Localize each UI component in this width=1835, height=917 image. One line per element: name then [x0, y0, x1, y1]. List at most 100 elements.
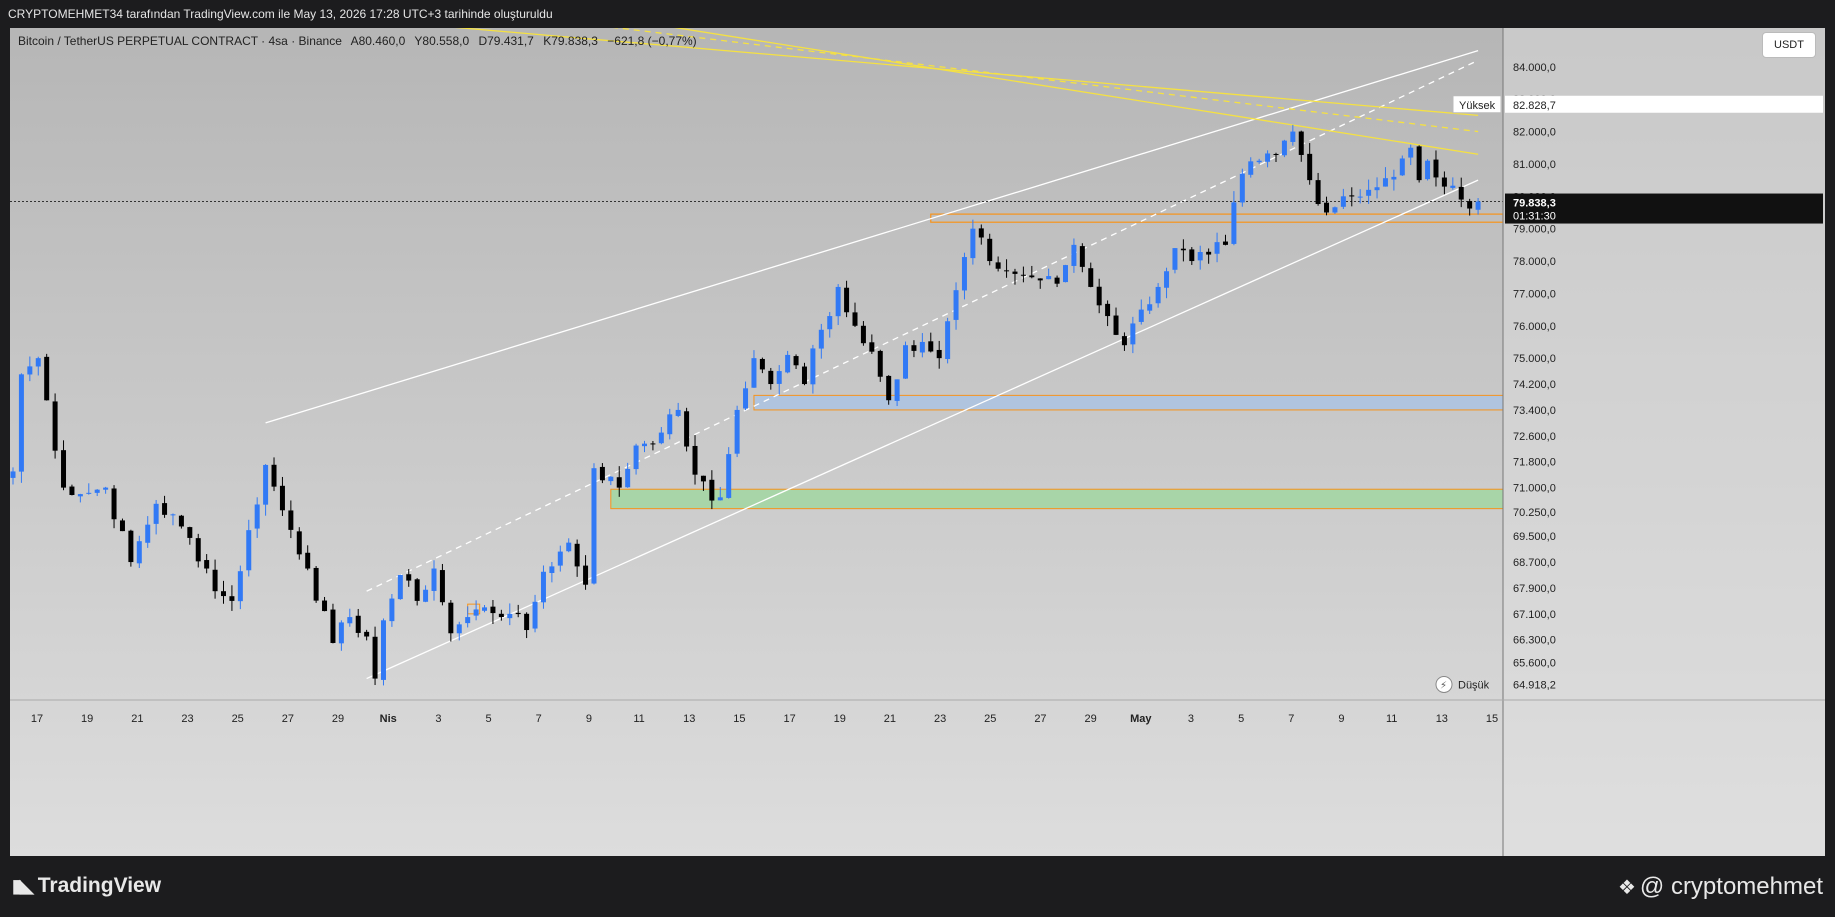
x-tick-label: 5 — [485, 713, 491, 725]
candle-body — [549, 566, 555, 573]
candle-body — [128, 530, 134, 563]
candle-body — [221, 591, 226, 597]
candle-body — [195, 538, 201, 562]
candle-body — [945, 321, 951, 360]
candle-body — [1239, 173, 1245, 203]
x-tick-label: 13 — [683, 713, 695, 725]
y-tick-label: 81.000,0 — [1513, 159, 1556, 171]
green-zone — [610, 488, 1504, 510]
tradingview-brand-label: TradingView — [37, 874, 162, 897]
candle-body — [347, 617, 353, 624]
candle-body — [288, 510, 294, 530]
legend-high: Y80.558,0 — [414, 34, 470, 48]
legend-change: −621,8 (−0,77%) — [607, 34, 697, 48]
candle-body — [751, 358, 757, 388]
author-diamond-icon: ❖ — [1617, 876, 1636, 899]
candle-body — [1349, 195, 1355, 197]
candle-body — [1155, 286, 1161, 304]
candle-body — [1298, 131, 1304, 155]
candle-body — [625, 468, 631, 488]
candle-body — [818, 329, 824, 349]
tradingview-logo[interactable]: ▮◣ TradingView — [12, 874, 161, 898]
candle-body — [894, 379, 900, 401]
candle-body — [1130, 323, 1136, 345]
candle-body — [684, 411, 690, 447]
snapshot-credit: CRYPTOMEHMET34 tarafından TradingView.co… — [8, 7, 553, 21]
y-tick-label: 65.600,0 — [1513, 657, 1556, 669]
candle-body — [1441, 177, 1447, 187]
candle-body — [490, 606, 496, 614]
candle-body — [473, 609, 479, 616]
x-tick-label: 23 — [181, 713, 193, 725]
candle-body — [1079, 246, 1085, 267]
x-tick-label: 11 — [633, 713, 644, 725]
candle-body — [667, 414, 673, 435]
currency-button[interactable]: USDT — [1762, 32, 1816, 58]
x-tick-label: 17 — [31, 713, 43, 725]
candle-body — [583, 565, 589, 585]
x-tick-label: 3 — [435, 713, 441, 725]
candle-body — [27, 366, 33, 375]
candle-body — [204, 560, 210, 569]
candle-body — [1164, 271, 1170, 288]
x-tick-label: 29 — [332, 713, 344, 725]
candle-body — [330, 609, 336, 643]
top-bar: CRYPTOMEHMET34 tarafından TradingView.co… — [0, 0, 1835, 28]
candle-body — [482, 607, 488, 611]
candle-body — [178, 515, 184, 527]
candle-body — [540, 571, 546, 603]
candle-body — [313, 567, 319, 601]
legend-close: K79.838,3 — [543, 34, 598, 48]
x-tick-label: 7 — [1288, 713, 1294, 725]
candle-body — [1290, 131, 1296, 142]
candle-body — [566, 542, 572, 552]
y-tick-label: 82.000,0 — [1513, 127, 1556, 139]
x-tick-label: 5 — [1238, 713, 1244, 725]
symbol-name[interactable]: Bitcoin / TetherUS PERPETUAL CONTRACT · … — [18, 34, 342, 48]
candle-body — [827, 316, 833, 330]
candle-body — [726, 454, 732, 498]
author-handle[interactable]: ❖ @ cryptomehmet — [1618, 873, 1823, 901]
candle-body — [642, 443, 647, 447]
candle-body — [10, 471, 16, 478]
candle-body — [364, 631, 370, 637]
low-label-text: Düşük — [1458, 679, 1490, 691]
high-value-text: 82.828,7 — [1513, 100, 1556, 112]
candle-body — [961, 257, 967, 291]
candle-body — [263, 464, 269, 505]
candle-body — [86, 492, 92, 494]
candle-body — [650, 443, 656, 445]
candle-body — [52, 401, 58, 451]
candle-body — [1382, 178, 1388, 187]
candle-body — [1340, 196, 1346, 207]
candle-body — [785, 354, 791, 373]
candle-body — [279, 485, 285, 511]
candle-body — [919, 341, 925, 353]
chart-area[interactable]: 84.000,083.000,082.000,081.000,080.000,0… — [10, 28, 1825, 856]
candle-body — [1121, 336, 1127, 346]
candle-body — [936, 349, 942, 359]
candle-body — [1231, 202, 1237, 244]
candle-body — [524, 613, 530, 631]
candle-body — [61, 450, 67, 488]
y-tick-label: 71.800,0 — [1513, 457, 1556, 469]
y-tick-label: 67.100,0 — [1513, 609, 1556, 621]
y-tick-label: 79.000,0 — [1513, 224, 1556, 236]
candle-body — [1425, 160, 1431, 180]
candle-body — [869, 342, 875, 352]
candle-body — [852, 312, 858, 326]
x-tick-label: 25 — [232, 713, 244, 725]
low-value-text: 64.918,2 — [1513, 679, 1556, 691]
x-tick-label: 7 — [536, 713, 542, 725]
candle-body — [1206, 251, 1212, 255]
candle-body — [145, 524, 151, 543]
candle-body — [1399, 158, 1405, 176]
x-tick-label: 25 — [984, 713, 996, 725]
candle-body — [162, 503, 168, 515]
legend-low: D79.431,7 — [478, 34, 534, 48]
x-tick-label: 17 — [783, 713, 795, 725]
candle-body — [700, 475, 706, 482]
y-tick-label: 68.700,0 — [1513, 557, 1556, 569]
candlestick-chart[interactable]: 84.000,083.000,082.000,081.000,080.000,0… — [10, 28, 1825, 856]
candle-body — [397, 575, 403, 600]
